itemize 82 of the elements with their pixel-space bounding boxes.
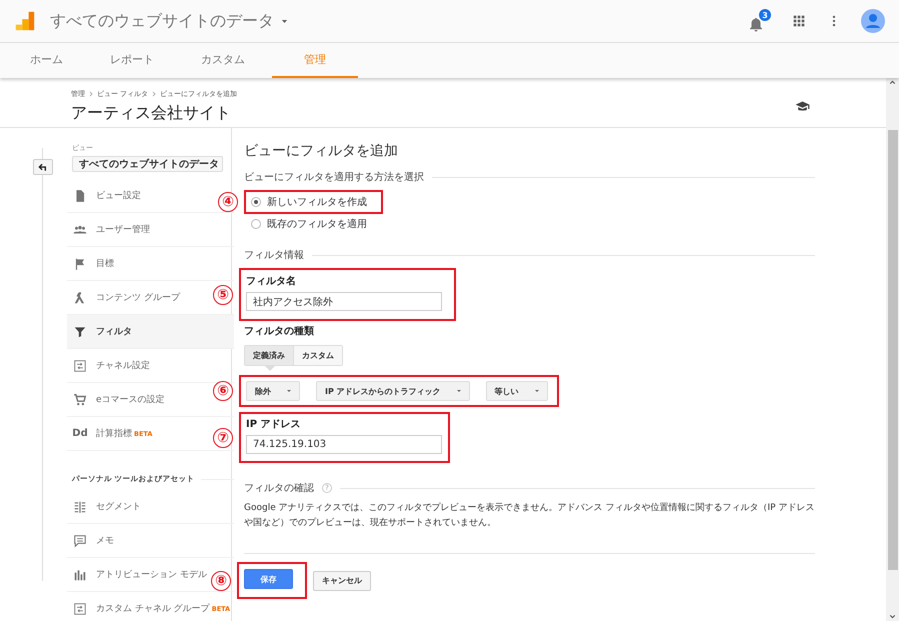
field-label: フィルタの種類 xyxy=(244,324,315,338)
speech-bubble-icon xyxy=(73,534,87,548)
radio-button[interactable] xyxy=(251,219,261,229)
item-label: チャネル設定 xyxy=(96,361,150,371)
section-heading: フィルタの確認 xyxy=(244,482,314,495)
field-label: フィルタ名 xyxy=(246,274,297,288)
ip-address-field[interactable]: 74.125.19.103 xyxy=(246,435,442,454)
item-label: フィルタ xyxy=(96,327,132,337)
radio-label: 新しいフィルタを作成 xyxy=(267,196,367,209)
callout-number: ④ xyxy=(218,192,238,212)
item-label: カスタム チャネル グループ xyxy=(96,604,210,614)
radio-label: 既存のフィルタを適用 xyxy=(267,218,367,231)
scrollbar[interactable] xyxy=(886,78,899,621)
filter-name-field[interactable]: 社内アクセス除外 xyxy=(246,292,442,311)
sidebar-item[interactable]: セグメント xyxy=(67,490,145,523)
sidebar-item[interactable]: フィルタ xyxy=(67,315,234,348)
sidebar-item[interactable]: ビュー設定 xyxy=(67,179,145,212)
sidebar-item[interactable]: 目標 xyxy=(67,247,118,280)
dropdown-value: IP アドレスからのトラフィック xyxy=(325,386,441,396)
page-title: アーティス会社サイト xyxy=(71,103,232,124)
notifications-button[interactable]: 3 xyxy=(747,9,771,33)
sidebar-item[interactable]: アトリビューション モデル xyxy=(67,558,211,591)
dropdown[interactable]: 除外 xyxy=(246,381,300,401)
sidebar-item[interactable]: コンテンツ グループ xyxy=(67,281,184,314)
item-label: eコマースの設定 xyxy=(96,395,165,405)
dropdown-value: 除外 xyxy=(255,386,271,396)
apps-grid-icon[interactable] xyxy=(791,13,807,29)
cancel-button[interactable]: キャンセル xyxy=(313,570,371,590)
sidebar-item[interactable]: eコマースの設定 xyxy=(67,383,169,416)
chevron-icon xyxy=(151,90,158,98)
sidebar-item[interactable]: メモ xyxy=(67,524,118,557)
caret-icon xyxy=(532,387,541,395)
sidebar-item[interactable]: ユーザー管理 xyxy=(67,213,154,246)
radio-option[interactable]: 既存のフィルタを適用 xyxy=(251,216,367,232)
dropdown[interactable]: 等しい xyxy=(486,381,548,401)
item-label: セグメント xyxy=(96,502,141,512)
item-label: コンテンツ グループ xyxy=(96,293,180,303)
notice-text: Google アナリティクスでは、このフィルタでプレビューを表示できません。アドバンス フィルタや位置情報に関するフィルタ（IP アドレスや国など）でのプレビューは、現在サポートされていません。 xyxy=(244,501,815,530)
back-button[interactable] xyxy=(33,159,53,175)
nav-tab[interactable]: カスタム xyxy=(181,43,265,78)
radio-button[interactable] xyxy=(251,197,261,207)
split-icon xyxy=(73,290,87,304)
bar-chart-icon xyxy=(73,568,87,582)
view-dropdown[interactable]: すべてのウェブサイトのデータ xyxy=(72,156,223,172)
channel-icon xyxy=(73,358,87,372)
sidebar-item[interactable]: チャネル設定 xyxy=(67,349,154,382)
notification-count: 3 xyxy=(759,9,771,21)
item-label: アトリビューション モデル xyxy=(96,570,207,580)
item-label: 計算指標 xyxy=(96,429,132,439)
cart-icon xyxy=(73,392,87,406)
section-heading: ビューにフィルタを適用する方法を選択 xyxy=(244,170,424,184)
item-label: ビュー設定 xyxy=(96,191,141,201)
dropdown[interactable]: IP アドレスからのトラフィック xyxy=(316,381,470,401)
filter-type-tab[interactable]: 定義済み xyxy=(245,346,293,365)
nav-tab[interactable]: ホーム xyxy=(10,43,83,78)
callout-number: ⑤ xyxy=(213,284,233,304)
chevron-icon xyxy=(88,90,94,98)
filter-icon xyxy=(73,324,87,338)
icon-text: Dd xyxy=(73,428,87,439)
callout-number: ⑥ xyxy=(213,381,233,401)
item-label: メモ xyxy=(96,536,114,546)
radio-option[interactable]: 新しいフィルタを作成 xyxy=(251,194,367,210)
item-label: 目標 xyxy=(96,259,114,269)
field-label: IP アドレス xyxy=(246,418,302,431)
save-button[interactable]: 保存 xyxy=(244,569,293,589)
callout-number: ⑦ xyxy=(213,428,233,448)
avatar-icon[interactable] xyxy=(861,9,885,33)
filter-type-tab[interactable]: カスタム xyxy=(293,346,342,365)
caret-icon xyxy=(454,387,463,395)
nav-tab[interactable]: レポート xyxy=(90,43,174,78)
caret-icon xyxy=(285,387,293,395)
analytics-logo xyxy=(14,10,36,32)
segment-icon xyxy=(73,500,87,514)
dropdown-value: 等しい xyxy=(494,386,519,396)
back-arrow-icon xyxy=(38,162,48,172)
section-heading: フィルタ情報 xyxy=(244,248,304,262)
channel-icon xyxy=(73,602,87,616)
callout-number: ⑧ xyxy=(211,570,231,590)
item-label: ユーザー管理 xyxy=(96,225,150,235)
dropdown-value: すべてのウェブサイトのデータ xyxy=(79,158,219,171)
flag-icon xyxy=(73,256,87,270)
form-title: ビューにフィルタを追加 xyxy=(244,142,399,160)
